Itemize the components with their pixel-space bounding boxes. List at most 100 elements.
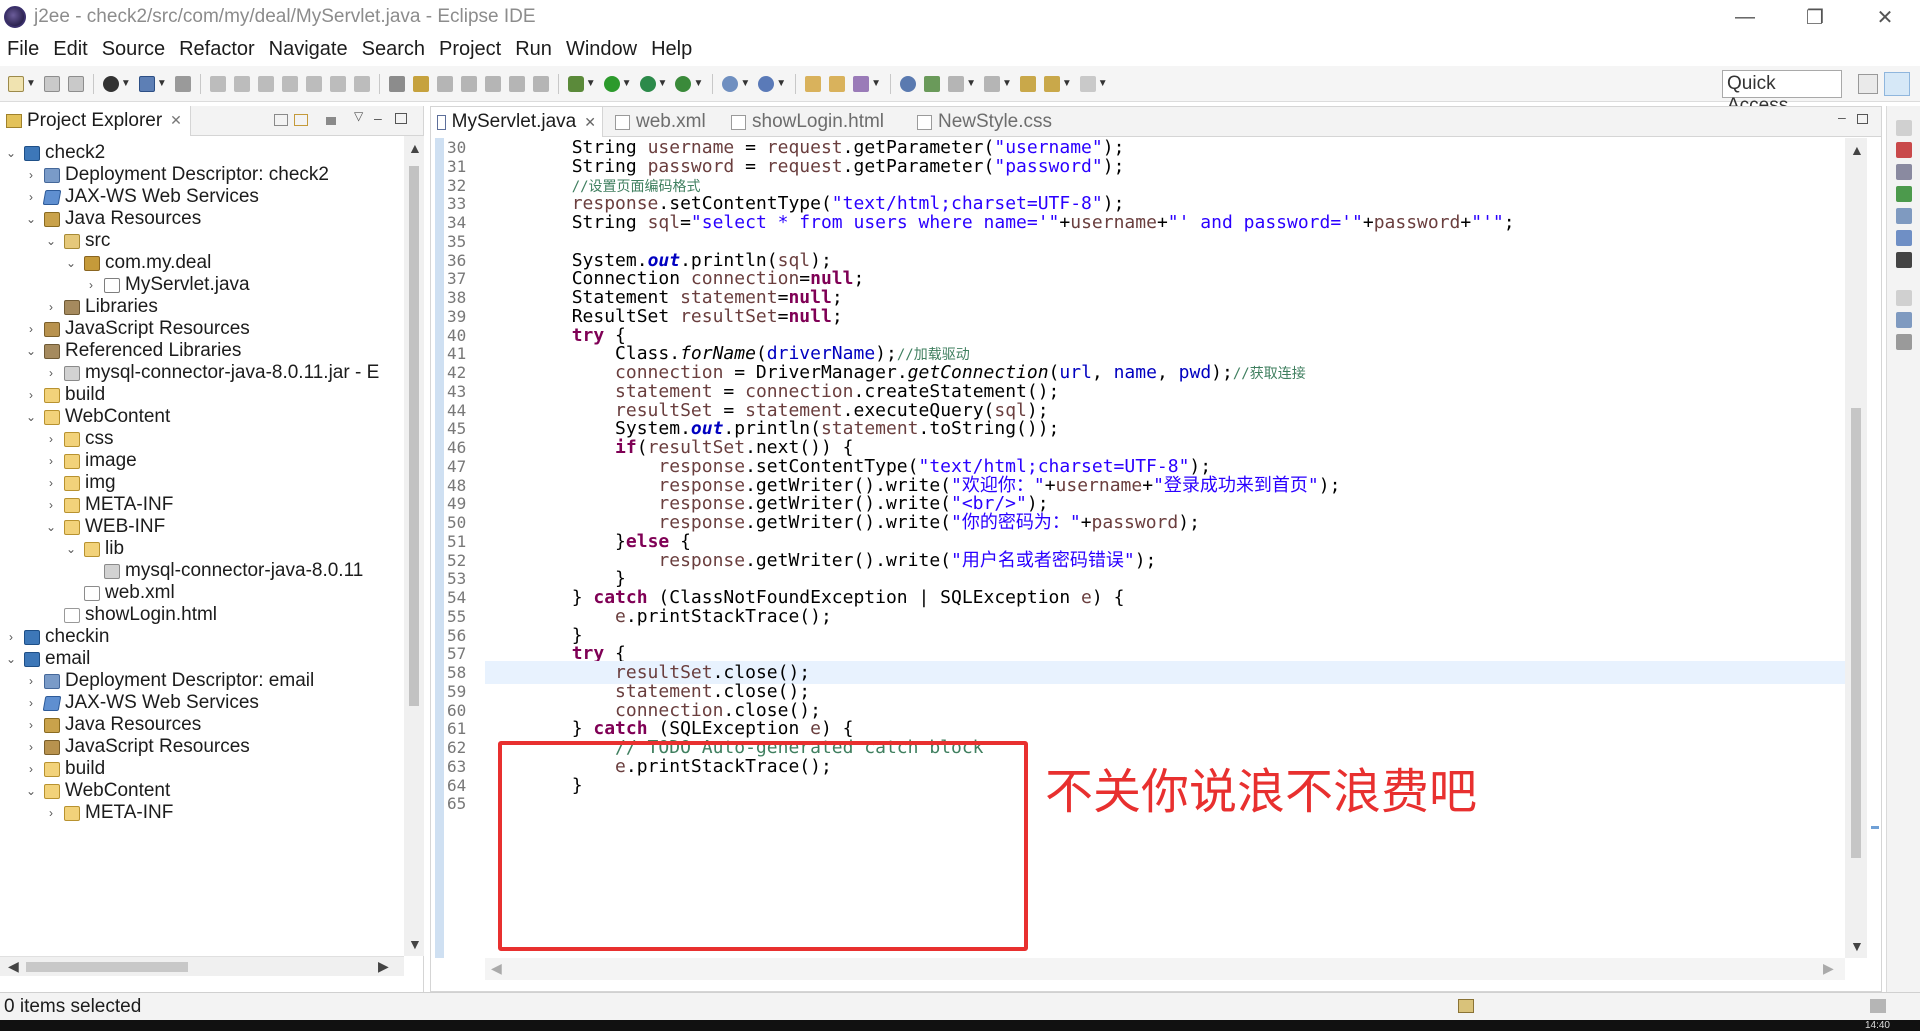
tree-item[interactable]: › Deployment Descriptor: check2 — [24, 164, 329, 186]
tree-item[interactable]: › image — [44, 450, 137, 472]
debug-server-icon[interactable] — [102, 75, 119, 92]
tree-item[interactable]: › JavaScript Resources — [24, 736, 250, 758]
scroll-down-icon[interactable]: ▼ — [408, 936, 422, 952]
prev-annotation-icon[interactable] — [983, 75, 1000, 92]
data-source-icon[interactable] — [1896, 186, 1912, 202]
task-list-icon[interactable] — [1896, 312, 1912, 328]
collapse-chevron-icon[interactable]: › — [44, 300, 58, 314]
prev-annotation-dropdown-icon[interactable]: ▼ — [1002, 78, 1012, 89]
annotation-nav-icon[interactable] — [436, 75, 453, 92]
step-over-icon[interactable] — [329, 75, 346, 92]
restore-stack-icon-2[interactable] — [1896, 290, 1912, 306]
scroll-right-icon[interactable]: ▶ — [378, 958, 389, 975]
explorer-vertical-scrollbar[interactable]: ▲ ▼ — [404, 136, 424, 956]
tree-item[interactable]: › META-INF — [44, 802, 173, 824]
terminal-dropdown-icon[interactable]: ▼ — [157, 78, 167, 89]
search-dropdown-icon[interactable]: ▼ — [871, 78, 881, 89]
explorer-horizontal-scrollbar[interactable]: ◀ ▶ — [0, 956, 404, 976]
skip-breakpoints-icon[interactable] — [174, 75, 191, 92]
tree-item[interactable]: ⌄ Java Resources — [24, 208, 201, 230]
properties-icon[interactable] — [1896, 334, 1912, 350]
view-menu-icon[interactable]: ▽ — [354, 109, 363, 123]
maximize-editor-icon[interactable] — [1857, 114, 1868, 124]
forward-dropdown-icon[interactable]: ▼ — [1098, 78, 1108, 89]
menu-file[interactable]: File — [0, 38, 46, 61]
tree-item[interactable]: › build — [24, 384, 105, 406]
overview-ruler[interactable] — [1869, 138, 1881, 958]
menu-refactor[interactable]: Refactor — [172, 38, 262, 61]
tree-item[interactable]: › build — [24, 758, 105, 780]
block-selection-icon[interactable] — [460, 75, 477, 92]
menu-run[interactable]: Run — [508, 38, 559, 61]
tree-item[interactable]: ⌄ src — [44, 230, 110, 252]
tab-showlogin-html[interactable]: showLogin.html — [725, 107, 890, 137]
collapse-chevron-icon[interactable]: › — [24, 762, 38, 776]
tree-item[interactable]: ⌄ check2 — [4, 142, 105, 164]
overview-marker[interactable] — [1871, 826, 1879, 829]
toggle-breadcrumb-icon[interactable] — [388, 75, 405, 92]
tab-newstyle-css[interactable]: NewStyle.css — [911, 107, 1058, 137]
expand-chevron-icon[interactable]: ⌄ — [64, 256, 78, 270]
collapse-chevron-icon[interactable]: › — [24, 388, 38, 402]
restore-stack-icon[interactable] — [1896, 120, 1912, 136]
tree-item[interactable]: › JAX-WS Web Services — [24, 186, 259, 208]
scroll-down-icon[interactable]: ▼ — [1850, 938, 1864, 954]
server-dropdown-icon[interactable]: ▼ — [121, 78, 131, 89]
menu-project[interactable]: Project — [432, 38, 508, 61]
tree-item[interactable]: › img — [44, 472, 116, 494]
collapse-chevron-icon[interactable]: › — [44, 432, 58, 446]
last-edit-icon[interactable] — [1019, 75, 1036, 92]
open-perspective-button[interactable] — [1858, 74, 1878, 94]
tip-icon[interactable] — [1458, 999, 1474, 1013]
open-type-icon[interactable] — [805, 75, 822, 92]
back-icon[interactable] — [1043, 75, 1060, 92]
tree-item[interactable]: web.xml — [64, 582, 175, 604]
tree-item[interactable]: ⌄ com.my.deal — [64, 252, 211, 274]
step-into-icon[interactable] — [305, 75, 322, 92]
editor-vertical-scrollbar[interactable]: ▲ ▼ — [1845, 138, 1867, 958]
close-icon[interactable]: ✕ — [170, 112, 182, 129]
show-source-icon[interactable] — [508, 75, 525, 92]
tree-item[interactable]: mysql-connector-java-8.0.11 — [84, 560, 363, 582]
collapse-chevron-icon[interactable]: › — [84, 278, 98, 292]
close-button[interactable]: ✕ — [1850, 0, 1920, 34]
debug-dropdown-icon[interactable]: ▼ — [586, 78, 596, 89]
menu-search[interactable]: Search — [355, 38, 432, 61]
collapse-chevron-icon[interactable]: › — [44, 476, 58, 490]
tree-item[interactable]: ⌄ email — [4, 648, 90, 670]
editor-scroll-thumb[interactable] — [1851, 408, 1861, 858]
tree-item[interactable]: ⌄ WebContent — [24, 780, 170, 802]
expand-chevron-icon[interactable]: ⌄ — [44, 520, 58, 534]
problems-icon[interactable] — [1896, 252, 1912, 268]
menu-help[interactable]: Help — [644, 38, 699, 61]
run-server-dropdown-icon[interactable]: ▼ — [658, 78, 668, 89]
collapse-chevron-icon[interactable]: › — [24, 190, 38, 204]
scroll-right-icon[interactable]: ▶ — [1823, 960, 1834, 977]
expand-chevron-icon[interactable]: ⌄ — [4, 652, 18, 666]
new-dropdown-icon[interactable]: ▼ — [26, 78, 36, 89]
tree-item[interactable]: › MyServlet.java — [84, 274, 250, 296]
collapse-chevron-icon[interactable]: › — [4, 630, 18, 644]
collapse-chevron-icon[interactable]: › — [24, 322, 38, 336]
collapse-chevron-icon[interactable]: › — [24, 674, 38, 688]
collapse-all-icon[interactable] — [274, 114, 288, 126]
run-icon[interactable] — [603, 75, 620, 92]
tab-web-xml[interactable]: web.xml — [609, 107, 712, 137]
open-web-browser-icon[interactable] — [900, 75, 917, 92]
expand-chevron-icon[interactable]: ⌄ — [24, 212, 38, 226]
tab-myservlet-java[interactable]: MyServlet.java ✕ — [431, 107, 603, 137]
disconnect-icon[interactable] — [281, 75, 298, 92]
tree-item[interactable]: ⌄ lib — [64, 538, 124, 560]
close-icon[interactable]: ✕ — [584, 114, 596, 131]
resume-icon[interactable] — [209, 75, 226, 92]
editor-horizontal-scrollbar[interactable]: ◀ ▶ — [485, 958, 1845, 980]
snippets-icon[interactable] — [1896, 208, 1912, 224]
new-web-service-icon[interactable] — [722, 75, 739, 92]
collapse-chevron-icon[interactable]: › — [44, 498, 58, 512]
new-java-dropdown-icon[interactable]: ▼ — [776, 78, 786, 89]
collapse-chevron-icon[interactable]: › — [44, 366, 58, 380]
terminal-icon[interactable] — [138, 75, 155, 92]
filter-icon[interactable] — [326, 117, 336, 125]
tree-item[interactable]: showLogin.html — [44, 604, 217, 626]
minimize-editor-icon[interactable]: – — [1838, 109, 1846, 125]
